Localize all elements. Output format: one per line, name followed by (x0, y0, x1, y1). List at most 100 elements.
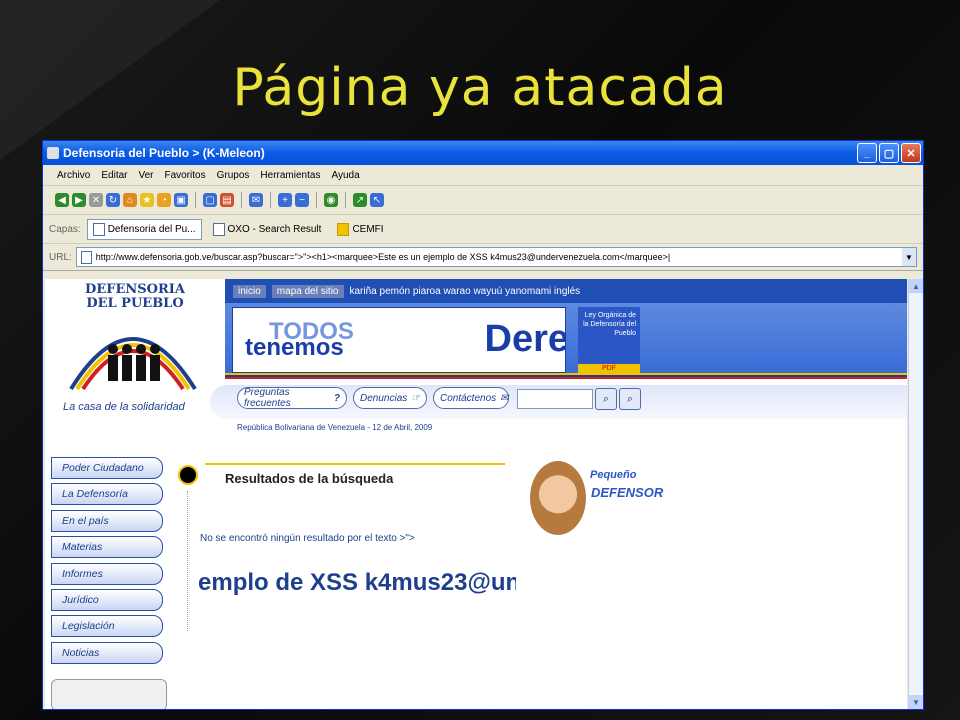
mail-icon[interactable]: ✉ (249, 193, 263, 207)
scroll-down-icon[interactable]: ▼ (909, 695, 923, 709)
url-label: URL: (49, 251, 72, 263)
url-value: http://www.defensoria.gob.ve/buscar.asp?… (95, 252, 671, 262)
menu-favoritos[interactable]: Favoritos (165, 170, 206, 181)
bookmark-icon[interactable]: ★ (140, 193, 154, 207)
menu-archivo[interactable]: Archivo (57, 170, 90, 181)
banner-word-dere: Dere (484, 318, 566, 360)
cursor-icon[interactable]: ↖ (370, 193, 384, 207)
side-item-informes[interactable]: Informes (51, 562, 163, 585)
side-item-juridico[interactable]: Jurídico (51, 588, 163, 611)
side-item-noticias[interactable]: Noticias (51, 641, 163, 664)
logo-people-icon (69, 337, 197, 391)
home-icon[interactable]: ⌂ (123, 193, 137, 207)
page-content: DEFENSORIA DEL PUEBLO La casa de la soli… (45, 279, 907, 709)
top-nav: inicio mapa del sitio kariña pemón piaro… (233, 285, 580, 298)
globe-icon[interactable]: ◉ (324, 193, 338, 207)
chevron-down-icon[interactable]: ▼ (902, 248, 916, 266)
nav-inicio-link[interactable]: inicio (233, 285, 266, 298)
close-tab-icon[interactable]: ▤ (220, 193, 234, 207)
defensor-label[interactable]: DEFENSOR (591, 485, 663, 500)
url-input[interactable]: http://www.defensoria.gob.ve/buscar.asp?… (75, 247, 917, 267)
tab-defensoria[interactable]: Defensoria del Pu... (86, 218, 202, 240)
scroll-up-icon[interactable]: ▲ (909, 279, 923, 293)
site-search-input[interactable] (517, 389, 593, 409)
side-item-legislacion[interactable]: Legislación (51, 615, 163, 638)
menu-bar: Archivo Editar Ver Favoritos Grupos Herr… (43, 165, 923, 186)
banner-image[interactable]: TODOS tenemos Dere (232, 307, 566, 373)
flag-stripes (225, 373, 907, 379)
new-tab-icon[interactable]: ▢ (203, 193, 217, 207)
person-icon (178, 465, 198, 485)
history-icon[interactable]: ◔ (157, 193, 171, 207)
menu-editar[interactable]: Editar (101, 170, 127, 181)
site-logo[interactable]: DEFENSORIA DEL PUEBLO La casa de la soli… (45, 279, 230, 439)
minimize-button[interactable]: _ (857, 143, 877, 163)
contact-button[interactable]: Contáctenos ✉ (433, 387, 509, 409)
tabs-label: Capas: (49, 223, 81, 235)
toolbar-separator (195, 192, 196, 208)
zoom-out-icon[interactable]: − (295, 193, 309, 207)
side-item-en-el-pais[interactable]: En el país (51, 509, 163, 532)
menu-herramientas[interactable]: Herramientas (260, 170, 320, 181)
lock-icon[interactable]: ▣ (174, 193, 188, 207)
menu-ver[interactable]: Ver (138, 170, 153, 181)
toolbar: ◀ ▶ ✕ ↻ ⌂ ★ ◔ ▣ ▢ ▤ ✉ + − ◉ ↗ ↖ (43, 186, 923, 215)
faq-button[interactable]: Preguntas frecuentes ? (237, 387, 347, 409)
page-icon (80, 250, 92, 264)
law-text: Ley Orgánica de la Defensoría del Pueblo (583, 312, 636, 337)
forward-icon[interactable]: ▶ (72, 193, 86, 207)
stop-icon[interactable]: ✕ (89, 193, 103, 207)
menu-ayuda[interactable]: Ayuda (331, 170, 359, 181)
pequeno-label[interactable]: Pequeño (590, 469, 636, 481)
side-menu-footer (51, 679, 167, 709)
logo-tagline: La casa de la solidaridad (63, 401, 185, 413)
back-icon[interactable]: ◀ (55, 193, 69, 207)
toolbar-separator (241, 192, 242, 208)
pdf-badge: PDF (578, 364, 640, 373)
divider (187, 491, 188, 631)
close-button[interactable]: ✕ (901, 143, 921, 163)
tab-label: OXO - Search Result (227, 223, 322, 235)
tab-cemfi[interactable]: CEMFI (332, 220, 388, 239)
no-results-message: No se encontró ningún resultado por el t… (200, 533, 415, 544)
side-menu: Poder Ciudadano La Defensoría En el país… (51, 457, 163, 668)
hand-icon: ☞ (411, 392, 421, 404)
logo-title: DEFENSORIA DEL PUEBLO (85, 282, 185, 311)
contact-label: Contáctenos (440, 392, 497, 404)
title-bar: Defensoria del Pueblo > (K-Meleon) _ ▢ ✕ (43, 141, 923, 165)
law-pdf-link[interactable]: Ley Orgánica de la Defensoría del Pueblo… (578, 307, 640, 373)
side-item-poder-ciudadano[interactable]: Poder Ciudadano (51, 457, 163, 479)
reload-icon[interactable]: ↻ (106, 193, 120, 207)
page-icon (337, 222, 350, 236)
toolbar-separator (270, 192, 271, 208)
banner-word-tenemos: tenemos (245, 334, 344, 361)
tab-label: Defensoria del Pu... (107, 223, 196, 235)
search-icon[interactable]: ⌕ (595, 388, 617, 410)
page-icon (92, 222, 105, 236)
advanced-search-icon[interactable]: ⌕ (619, 388, 641, 410)
tabs-bar: Capas: Defensoria del Pu... OXO - Search… (43, 215, 923, 244)
window-title: Defensoria del Pueblo > (K-Meleon) (63, 146, 265, 160)
avatar (530, 461, 586, 535)
denuncias-label: Denuncias (360, 392, 408, 404)
vertical-scrollbar[interactable]: ▲ ▼ (908, 279, 923, 709)
maximize-button[interactable]: ▢ (879, 143, 899, 163)
toolbar-separator (316, 192, 317, 208)
page-icon (212, 222, 225, 236)
tab-label: CEMFI (352, 223, 384, 235)
side-item-la-defensoria[interactable]: La Defensoría (51, 483, 163, 506)
toolbar-separator (345, 192, 346, 208)
go-icon[interactable]: ↗ (353, 193, 367, 207)
zoom-in-icon[interactable]: + (278, 193, 292, 207)
results-title: Resultados de la búsqueda (225, 471, 394, 486)
nav-mapa-link[interactable]: mapa del sitio (271, 285, 344, 298)
side-item-materias[interactable]: Materias (51, 536, 163, 559)
faq-label: Preguntas frecuentes (244, 387, 291, 409)
denuncias-button[interactable]: Denuncias ☞ (353, 387, 427, 409)
tab-oxo-search[interactable]: OXO - Search Result (208, 220, 327, 239)
results-underline (205, 463, 505, 465)
mail-icon: ✉ (500, 392, 509, 404)
nav-languages[interactable]: kariña pemón piaroa warao wayuú yanomami… (350, 286, 581, 297)
slide-title: Página ya atacada (232, 58, 728, 118)
menu-grupos[interactable]: Grupos (217, 170, 250, 181)
